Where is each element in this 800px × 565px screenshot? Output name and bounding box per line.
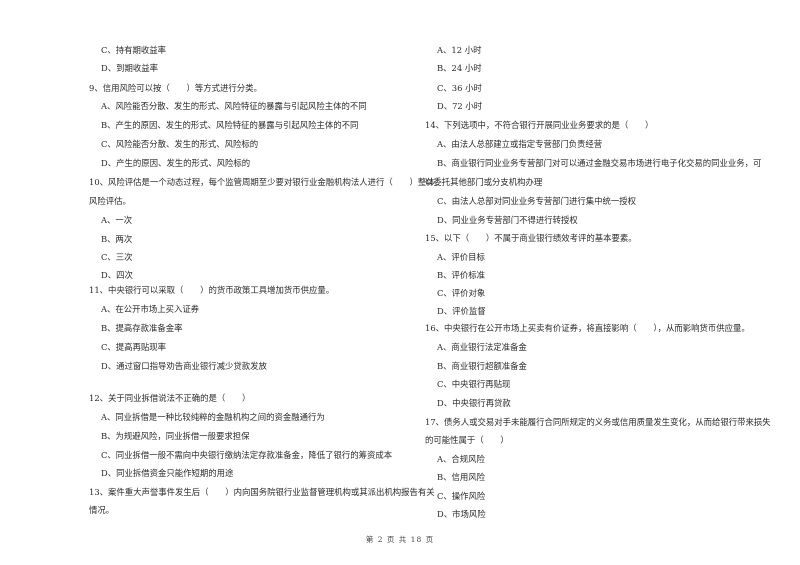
answer-option: B、信用风险 — [437, 472, 486, 482]
answer-option: B、为规避风险，同业拆借一般要求担保 — [101, 431, 250, 441]
answer-option: A、一次 — [101, 215, 133, 225]
answer-option: D、同业业务专营部门不得进行转授权 — [437, 215, 578, 225]
answer-option: D、同业拆借资金只能作短期的用途 — [101, 468, 234, 478]
answer-option: D、72 小时 — [437, 101, 483, 111]
answer-option: A、12 小时 — [437, 45, 482, 55]
answer-option: C、操作风险 — [437, 491, 486, 501]
answer-option: B、提高存款准备金率 — [101, 323, 183, 333]
answer-option: C、同业拆借一般不需向中央银行缴纳法定存款准备金，降低了银行的筹资成本 — [101, 450, 393, 460]
answer-option: A、合规风险 — [437, 454, 485, 464]
answer-option: D、中央银行再贷款 — [437, 398, 511, 408]
answer-option: B、产生的原因、发生的形式、风险特征的暴露与引起风险主体的不同 — [101, 120, 359, 130]
question-text: 9、信用风险可以按（ ）等方式进行分类。 — [89, 83, 262, 93]
question-text: 11、中央银行可以采取（ ）的货币政策工具增加货币供应量。 — [89, 285, 335, 295]
answer-option: D、到期收益率 — [101, 63, 158, 73]
answer-option: A、评价目标 — [437, 252, 485, 262]
question-text: 12、关于同业拆借说法不正确的是（ ） — [89, 393, 251, 403]
answer-option: D、产生的原因、发生的形式、风险标的 — [101, 158, 251, 168]
answer-option: C、评价对象 — [437, 288, 486, 298]
question-text: 16、中央银行在公开市场上买卖有价证券，将直接影响（ ），从而影响货币供应量。 — [425, 323, 750, 333]
answer-option: A、由法人总部建立或指定专营部门负责经营 — [437, 139, 603, 149]
answer-option: C、三次 — [101, 252, 133, 262]
question-text: 10、风险评估是一个动态过程，每个监管周期至少要对银行业金融机构法人进行（ ）整… — [89, 177, 435, 187]
answer-option: C、持有期收益率 — [101, 45, 167, 55]
question-text: 17、债务人或交易对手未能履行合同所规定的义务或信用质量发生变化，从而给银行带来… — [425, 417, 771, 427]
question-text-continued: 的可能性属于（ ） — [425, 435, 509, 445]
answer-option: B、商业银行同业业务专营部门对可以通过金融交易市场进行电子化交易的同业业务，可 — [437, 158, 762, 168]
answer-option: C、提高再贴现率 — [101, 342, 167, 352]
question-text-continued: 情况。 — [89, 505, 115, 515]
answer-option: C、36 小时 — [437, 83, 482, 93]
answer-option: B、24 小时 — [437, 63, 482, 73]
answer-option: A、同业拆借是一种比较纯粹的金融机构之间的资金融通行为 — [101, 412, 325, 422]
answer-option: A、商业银行法定准备金 — [437, 342, 527, 352]
question-text-continued: 风险评估。 — [89, 196, 131, 206]
answer-option: B、两次 — [101, 234, 133, 244]
answer-option: C、中央银行再贴现 — [437, 379, 511, 389]
answer-option: B、商业银行超额准备金 — [437, 361, 527, 371]
answer-option: D、通过窗口指导劝告商业银行减少贷款发放 — [101, 361, 267, 371]
answer-option: A、风险能否分散、发生的形式、风险特征的暴露与引起风险主体的不同 — [101, 101, 367, 111]
question-text: 14、下列选项中，不符合银行开展同业业务要求的是（ ） — [425, 120, 654, 130]
question-text: 15、以下（ ）不属于商业银行绩效考评的基本要素。 — [425, 233, 637, 243]
answer-option: C、由法人总部对同业业务专营部门进行集中统一授权 — [437, 196, 637, 206]
question-text: 13、案件重大声誉事件发生后（ ）内向国务院银行业监督管理机构或其派出机构报告有… — [89, 487, 435, 497]
answer-option: A、在公开市场上买入证券 — [101, 304, 200, 314]
question-text-continued: 以委托其他部门或分支机构办理 — [425, 177, 543, 187]
answer-option: D、四次 — [101, 270, 133, 280]
answer-option: D、评价监督 — [437, 306, 486, 316]
answer-option: C、风险能否分散、发生的形式、风险标的 — [101, 139, 259, 149]
answer-option: D、市场风险 — [437, 509, 486, 519]
page-footer: 第 2 页 共 18 页 — [365, 535, 435, 544]
answer-option: B、评价标准 — [437, 270, 486, 280]
